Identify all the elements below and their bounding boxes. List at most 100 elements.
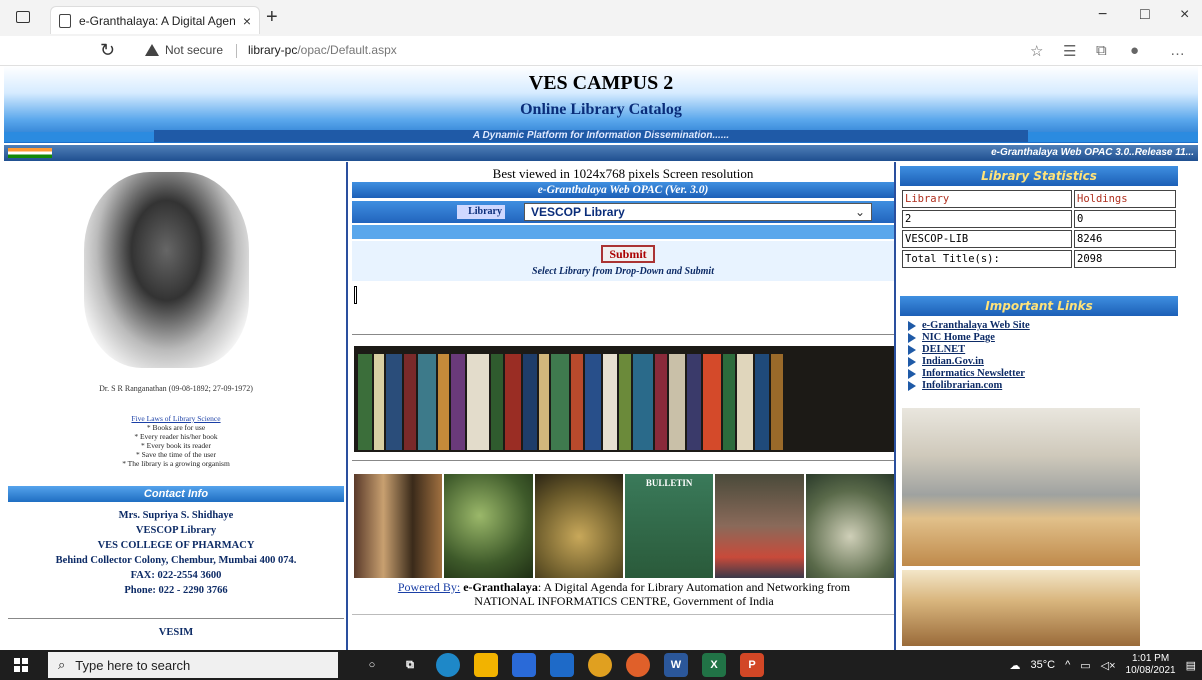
link-nic[interactable]: NIC Home Page xyxy=(922,332,995,344)
book-spine xyxy=(386,354,402,450)
law-item: * Every book its reader xyxy=(141,441,211,450)
browser-tab[interactable]: e-Granthalaya: A Digital Agenda × xyxy=(50,6,260,34)
close-tab-icon[interactable]: × xyxy=(243,13,251,29)
search-placeholder: Type here to search xyxy=(75,657,191,673)
column-header: Library xyxy=(902,190,1072,208)
powered-by-link[interactable]: Powered By: xyxy=(398,580,460,594)
contact-heading: Contact Info xyxy=(8,486,344,502)
more-menu-icon[interactable]: … xyxy=(1170,42,1185,59)
temperature[interactable]: 35°C xyxy=(1030,659,1055,671)
book-spine xyxy=(755,354,769,450)
tab-title: e-Granthalaya: A Digital Agenda xyxy=(79,13,235,28)
profile-icon[interactable]: ● xyxy=(1130,42,1139,59)
book-spine xyxy=(737,354,753,450)
mail-icon[interactable] xyxy=(550,653,574,677)
chrome-icon[interactable] xyxy=(588,653,612,677)
link-indian-gov[interactable]: Indian.Gov.in xyxy=(922,356,984,368)
security-indicator[interactable]: Not secure xyxy=(145,43,223,57)
contact-info: Mrs. Supriya S. Shidhaye VESCOP Library … xyxy=(4,508,348,598)
taskbar-search[interactable]: ⌕ Type here to search xyxy=(48,652,338,678)
opac-title: e-Granthalaya Web OPAC (Ver. 3.0) xyxy=(352,182,894,198)
book-spine xyxy=(687,354,701,450)
book-spine xyxy=(523,354,537,450)
tab-actions-icon[interactable] xyxy=(16,11,30,23)
refresh-icon[interactable]: ↻ xyxy=(100,40,115,61)
important-links-list: e-Granthalaya Web Site NIC Home Page DEL… xyxy=(908,320,1178,392)
close-window-button[interactable]: × xyxy=(1180,6,1189,24)
word-icon[interactable]: W xyxy=(664,653,688,677)
bulletin-cover: BULLETIN xyxy=(624,474,714,578)
clock[interactable]: 1:01 PM 10/08/2021 xyxy=(1126,653,1176,677)
link-delnet[interactable]: DELNET xyxy=(922,344,965,356)
submit-button[interactable]: Submit xyxy=(601,245,655,263)
release-bar: e-Granthalaya Web OPAC 3.0..Release 11..… xyxy=(4,145,1198,161)
clock-time: 1:01 PM xyxy=(1131,653,1170,664)
powered-name: e-Granthalaya xyxy=(463,580,538,594)
column-header: Holdings xyxy=(1074,190,1176,208)
address-bar: ↻ Not secure library-pc/opac/Default.asp… xyxy=(0,36,1202,66)
powerpoint-icon[interactable]: P xyxy=(740,653,764,677)
submit-zone: Submit Select Library from Drop-Down and… xyxy=(352,241,894,281)
new-tab-button[interactable]: + xyxy=(266,6,278,29)
search-icon: ⌕ xyxy=(58,657,66,672)
maximize-button[interactable]: □ xyxy=(1140,6,1150,24)
link-informatics[interactable]: Informatics Newsletter xyxy=(922,368,1025,380)
book-spine xyxy=(451,354,465,450)
link-egranthalaya[interactable]: e-Granthalaya Web Site xyxy=(922,320,1030,332)
center-column: Best viewed in 1024x768 pixels Screen re… xyxy=(350,162,896,650)
favorites-icon[interactable]: ☰ xyxy=(1063,42,1076,60)
network-icon[interactable]: ▭ xyxy=(1080,659,1090,672)
book-spine xyxy=(655,354,667,450)
library-selected-value: VESCOP Library xyxy=(531,205,625,219)
nature-photo xyxy=(534,474,623,578)
bullet-arrow-icon xyxy=(908,333,916,343)
firefox-icon[interactable] xyxy=(626,653,650,677)
photo-strip: BULLETIN xyxy=(354,474,894,578)
statistics-heading: Library Statistics xyxy=(900,166,1178,186)
contact-line: Phone: 022 - 2290 3766 xyxy=(124,585,228,596)
table-cell: 8246 xyxy=(1074,230,1176,248)
list-item: Indian.Gov.in xyxy=(908,356,1178,368)
law-item: * Books are for use xyxy=(146,423,206,432)
store-icon[interactable] xyxy=(512,653,536,677)
notifications-icon[interactable]: ▤ xyxy=(1186,659,1196,672)
windows-start-icon[interactable] xyxy=(14,658,28,672)
site-tagline: A Dynamic Platform for Information Disse… xyxy=(472,130,730,141)
task-view-icon[interactable]: ⧉ xyxy=(398,653,422,677)
book-spine xyxy=(418,354,436,450)
collections-icon[interactable]: ⧉ xyxy=(1096,42,1107,59)
bullet-arrow-icon xyxy=(908,357,916,367)
left-column: Dr. S R Ranganathan (09-08-1892; 27-09-1… xyxy=(4,162,348,650)
library-label: Library xyxy=(457,205,505,219)
edge-icon[interactable] xyxy=(436,653,460,677)
excel-icon[interactable]: X xyxy=(702,653,726,677)
minimize-button[interactable]: − xyxy=(1098,6,1107,24)
release-marquee: e-Granthalaya Web OPAC 3.0..Release 11..… xyxy=(991,147,1194,158)
tray-chevron-icon[interactable]: ^ xyxy=(1065,659,1070,671)
taskbar: ⌕ Type here to search ○ ⧉ W X P ☁ 35°C ^… xyxy=(0,650,1202,680)
book-spine xyxy=(491,354,503,450)
file-explorer-icon[interactable] xyxy=(474,653,498,677)
link-infolibrarian[interactable]: Infolibrarian.com xyxy=(922,380,1002,392)
fish-photo xyxy=(805,474,894,578)
read-aloud-icon[interactable]: ☆ xyxy=(1030,42,1043,60)
five-laws-link[interactable]: Five Laws of Library Science xyxy=(4,414,348,423)
site-title: VES CAMPUS 2 xyxy=(528,72,674,94)
law-item: * Save the time of the user xyxy=(136,450,216,459)
book-spine xyxy=(633,354,653,450)
url-field[interactable]: library-pc/opac/Default.aspx xyxy=(248,43,397,57)
contact-line: VES COLLEGE OF PHARMACY xyxy=(97,540,255,551)
contact-line: Behind Collector Colony, Chembur, Mumbai… xyxy=(55,555,297,566)
clock-date: 10/08/2021 xyxy=(1125,665,1176,676)
books-photo xyxy=(354,474,443,578)
page-favicon-icon xyxy=(59,13,71,28)
library-dropdown[interactable]: VESCOP Library ⌄ xyxy=(524,203,872,221)
right-column: Library Statistics Library Holdings 2 0 … xyxy=(898,162,1198,650)
bullet-arrow-icon xyxy=(908,345,916,355)
cortana-icon[interactable]: ○ xyxy=(360,653,384,677)
volume-icon[interactable]: ◁× xyxy=(1101,659,1116,672)
table-cell: 2098 xyxy=(1074,250,1176,268)
book-spine xyxy=(505,354,521,450)
weather-icon[interactable]: ☁ xyxy=(1009,659,1020,672)
book-spine xyxy=(703,354,721,450)
